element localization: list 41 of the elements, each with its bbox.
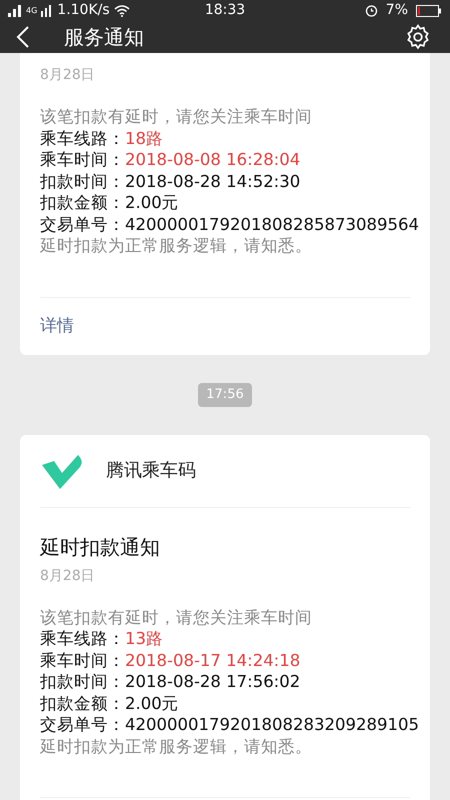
field-label: 扣款时间： [40, 170, 125, 192]
app-name: 腾讯乘车码 [106, 459, 196, 483]
clock: 18:33 [204, 1, 246, 20]
field-value: 18路 [125, 128, 163, 149]
network-label: 4G [26, 6, 38, 14]
field-value: 13路 [125, 628, 163, 650]
settings-icon [405, 24, 431, 50]
field-label: 乘车线路： [40, 128, 125, 149]
network-speed: 1.10K/s [57, 1, 110, 20]
notice-note: 延时扣款为正常服务逻辑，请知悉。 [40, 736, 313, 757]
field-value: 2018-08-28 17:56:02 [125, 671, 300, 692]
field-label: 扣款时间： [40, 671, 125, 692]
field-value: 2.00元 [125, 692, 179, 714]
notice-title: 延时扣款通知 [40, 534, 161, 560]
field-value: 2.00元 [125, 192, 179, 214]
notice-date: 8月28日 [40, 66, 96, 85]
field-label: 乘车线路： [40, 628, 125, 650]
notice-date: 8月28日 [40, 566, 96, 586]
alarm-icon [364, 4, 378, 17]
field-value: 2018-08-17 14:24:18 [125, 650, 300, 671]
notice-note: 延时扣款为正常服务逻辑，请知悉。 [40, 235, 313, 256]
battery-percent: 7% [386, 1, 408, 20]
wifi-icon [114, 4, 130, 16]
notice-intro: 该笔扣款有延时，请您关注乘车时间 [40, 106, 313, 128]
field-label: 乘车时间： [40, 650, 125, 671]
battery-icon [416, 4, 442, 16]
field-value: 4200000179201808283209289105 [125, 714, 419, 736]
details-link[interactable]: 详情 [40, 316, 74, 336]
field-label: 扣款金额： [40, 192, 125, 214]
field-value: 2018-08-08 16:28:04 [125, 149, 300, 170]
field-label: 扣款金额： [40, 692, 125, 714]
page-title: 服务通知 [64, 24, 145, 51]
field-value: 4200000179201808285873089564 [125, 214, 419, 235]
time-stamp: 17:56 [198, 383, 252, 406]
field-label: 交易单号： [40, 214, 125, 235]
field-label: 交易单号： [40, 714, 125, 736]
field-value: 2018-08-28 14:52:30 [125, 170, 300, 192]
field-label: 乘车时间： [40, 149, 125, 170]
notice-intro: 该笔扣款有延时，请您关注乘车时间 [40, 606, 313, 628]
signal-icon [41, 4, 54, 16]
signal-icon [8, 4, 22, 16]
